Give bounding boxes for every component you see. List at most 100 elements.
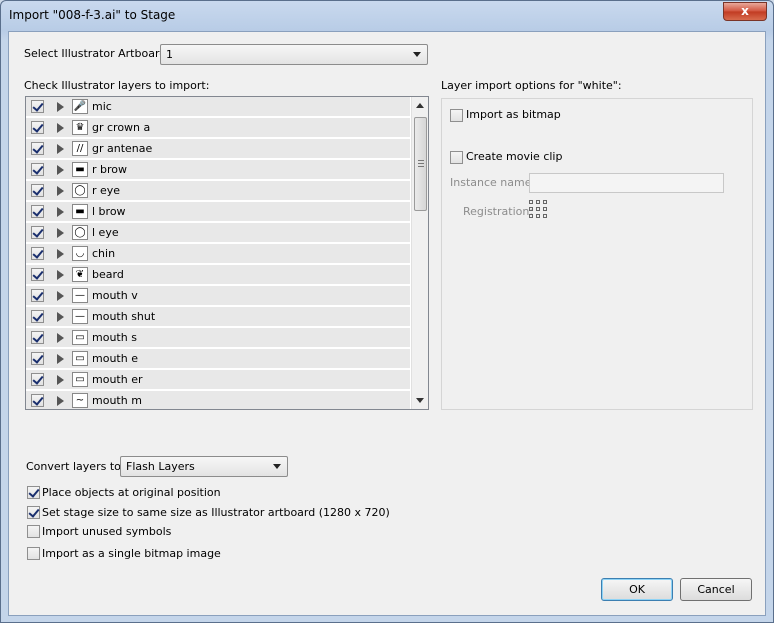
expand-triangle-icon[interactable] <box>57 123 64 133</box>
place-objects-checkbox[interactable] <box>27 486 40 499</box>
import-as-bitmap-checkbox[interactable] <box>450 109 463 122</box>
convert-layers-label: Convert layers to: <box>26 460 125 473</box>
instance-name-input[interactable] <box>529 173 724 193</box>
layer-checkbox[interactable] <box>31 184 44 197</box>
create-movie-clip-label: Create movie clip <box>466 150 563 163</box>
layer-checkbox[interactable] <box>31 226 44 239</box>
instance-name-label: Instance name: <box>450 176 536 189</box>
layer-checkbox[interactable] <box>31 142 44 155</box>
scroll-up-arrow-icon[interactable] <box>416 103 424 108</box>
convert-layers-value: Flash Layers <box>126 460 195 473</box>
scroll-down-arrow-icon[interactable] <box>416 398 424 403</box>
expand-triangle-icon[interactable] <box>57 165 64 175</box>
layer-name: mic <box>92 100 112 113</box>
expand-triangle-icon[interactable] <box>57 102 64 112</box>
layer-checkbox[interactable] <box>31 394 44 407</box>
layer-checkbox[interactable] <box>31 310 44 323</box>
layer-row[interactable]: ◯ l eye <box>26 223 410 243</box>
layer-checkbox[interactable] <box>31 247 44 260</box>
layer-name: mouth shut <box>92 310 156 323</box>
expand-triangle-icon[interactable] <box>57 228 64 238</box>
layer-row[interactable]: ~ mouth m <box>26 391 410 409</box>
ok-button[interactable]: OK <box>601 578 673 601</box>
import-unused-symbols-checkbox[interactable] <box>27 525 40 538</box>
single-bitmap-label: Import as a single bitmap image <box>42 547 221 560</box>
layer-name: l brow <box>92 205 126 218</box>
chevron-down-icon <box>413 52 421 57</box>
dialog-body: Select Illustrator Artboard: 1 Check Ill… <box>8 31 766 616</box>
expand-triangle-icon[interactable] <box>57 354 64 364</box>
options-label: Layer import options for "white": <box>441 79 622 92</box>
close-button[interactable]: x <box>723 2 767 21</box>
layer-row[interactable]: — mouth shut <box>26 307 410 327</box>
brow-thumbnail-icon: ▬ <box>72 162 88 177</box>
layer-checkbox[interactable] <box>31 352 44 365</box>
expand-triangle-icon[interactable] <box>57 270 64 280</box>
layer-row[interactable]: ▬ l brow <box>26 202 410 222</box>
set-stage-size-checkbox[interactable] <box>27 506 40 519</box>
layer-row[interactable]: ◯ r eye <box>26 181 410 201</box>
registration-label: Registration: <box>463 205 534 218</box>
title-bar[interactable]: Import "008-f-3.ai" to Stage x <box>1 1 773 31</box>
layer-row[interactable]: ▭ mouth e <box>26 349 410 369</box>
layer-checkbox[interactable] <box>31 268 44 281</box>
expand-triangle-icon[interactable] <box>57 144 64 154</box>
layer-name: chin <box>92 247 116 260</box>
eye-thumbnail-icon: ◯ <box>72 183 88 198</box>
expand-triangle-icon[interactable] <box>57 186 64 196</box>
artboard-label: Select Illustrator Artboard: <box>24 47 170 60</box>
layer-row[interactable]: ▬ r brow <box>26 160 410 180</box>
eye-thumbnail-icon: ◯ <box>72 225 88 240</box>
beard-thumbnail-icon: ❦ <box>72 267 88 282</box>
single-bitmap-checkbox[interactable] <box>27 547 40 560</box>
layers-scrollbar[interactable] <box>411 97 428 409</box>
layer-checkbox[interactable] <box>31 100 44 113</box>
layer-checkbox[interactable] <box>31 373 44 386</box>
layer-row[interactable]: ◡ chin <box>26 244 410 264</box>
layer-row[interactable]: ▭ mouth er <box>26 370 410 390</box>
expand-triangle-icon[interactable] <box>57 207 64 217</box>
layer-row[interactable]: // gr antenae <box>26 139 410 159</box>
create-movie-clip-checkbox[interactable] <box>450 151 463 164</box>
artboard-select[interactable]: 1 <box>160 44 428 65</box>
layer-name: l eye <box>92 226 119 239</box>
window-title: Import "008-f-3.ai" to Stage <box>9 8 176 22</box>
convert-layers-select[interactable]: Flash Layers <box>120 456 288 477</box>
scrollbar-thumb[interactable] <box>414 117 427 211</box>
expand-triangle-icon[interactable] <box>57 396 64 406</box>
layer-checkbox[interactable] <box>31 289 44 302</box>
layer-checkbox[interactable] <box>31 331 44 344</box>
import-dialog-window: Import "008-f-3.ai" to Stage x Select Il… <box>0 0 774 623</box>
set-stage-size-label: Set stage size to same size as Illustrat… <box>42 506 390 519</box>
layers-list[interactable]: ~ mouth m ▭ mouth er ▭ mouth e ▭ mouth s — mouth … <box>25 96 429 410</box>
mouth-thumbnail-icon: ▭ <box>72 330 88 345</box>
mouth-thumbnail-icon: — <box>72 288 88 303</box>
layer-name: r eye <box>92 184 121 197</box>
expand-triangle-icon[interactable] <box>57 375 64 385</box>
antenna-thumbnail-icon: // <box>72 141 88 156</box>
layer-name: gr crown a <box>92 121 151 134</box>
layer-row[interactable]: ▭ mouth s <box>26 328 410 348</box>
mouth-thumbnail-icon: ~ <box>72 393 88 408</box>
crown-thumbnail-icon: ♛ <box>72 120 88 135</box>
expand-triangle-icon[interactable] <box>57 312 64 322</box>
chin-thumbnail-icon: ◡ <box>72 246 88 261</box>
layer-name: mouth er <box>92 373 143 386</box>
expand-triangle-icon[interactable] <box>57 291 64 301</box>
layer-checkbox[interactable] <box>31 163 44 176</box>
cancel-button[interactable]: Cancel <box>680 578 752 601</box>
expand-triangle-icon[interactable] <box>57 333 64 343</box>
layer-options-panel: Import as bitmap Create movie clip Insta… <box>441 98 753 410</box>
registration-grid-icon[interactable] <box>529 200 549 220</box>
mouth-thumbnail-icon: ▭ <box>72 372 88 387</box>
layer-row[interactable]: ♛ gr crown a <box>26 118 410 138</box>
import-as-bitmap-label: Import as bitmap <box>466 108 561 121</box>
layer-row[interactable]: ❦ beard <box>26 265 410 285</box>
expand-triangle-icon[interactable] <box>57 249 64 259</box>
layer-checkbox[interactable] <box>31 205 44 218</box>
layer-name: mouth v <box>92 289 138 302</box>
layer-name: mouth e <box>92 352 138 365</box>
layer-row[interactable]: — mouth v <box>26 286 410 306</box>
layer-row[interactable]: 🎤 mic <box>26 97 410 117</box>
layer-checkbox[interactable] <box>31 121 44 134</box>
